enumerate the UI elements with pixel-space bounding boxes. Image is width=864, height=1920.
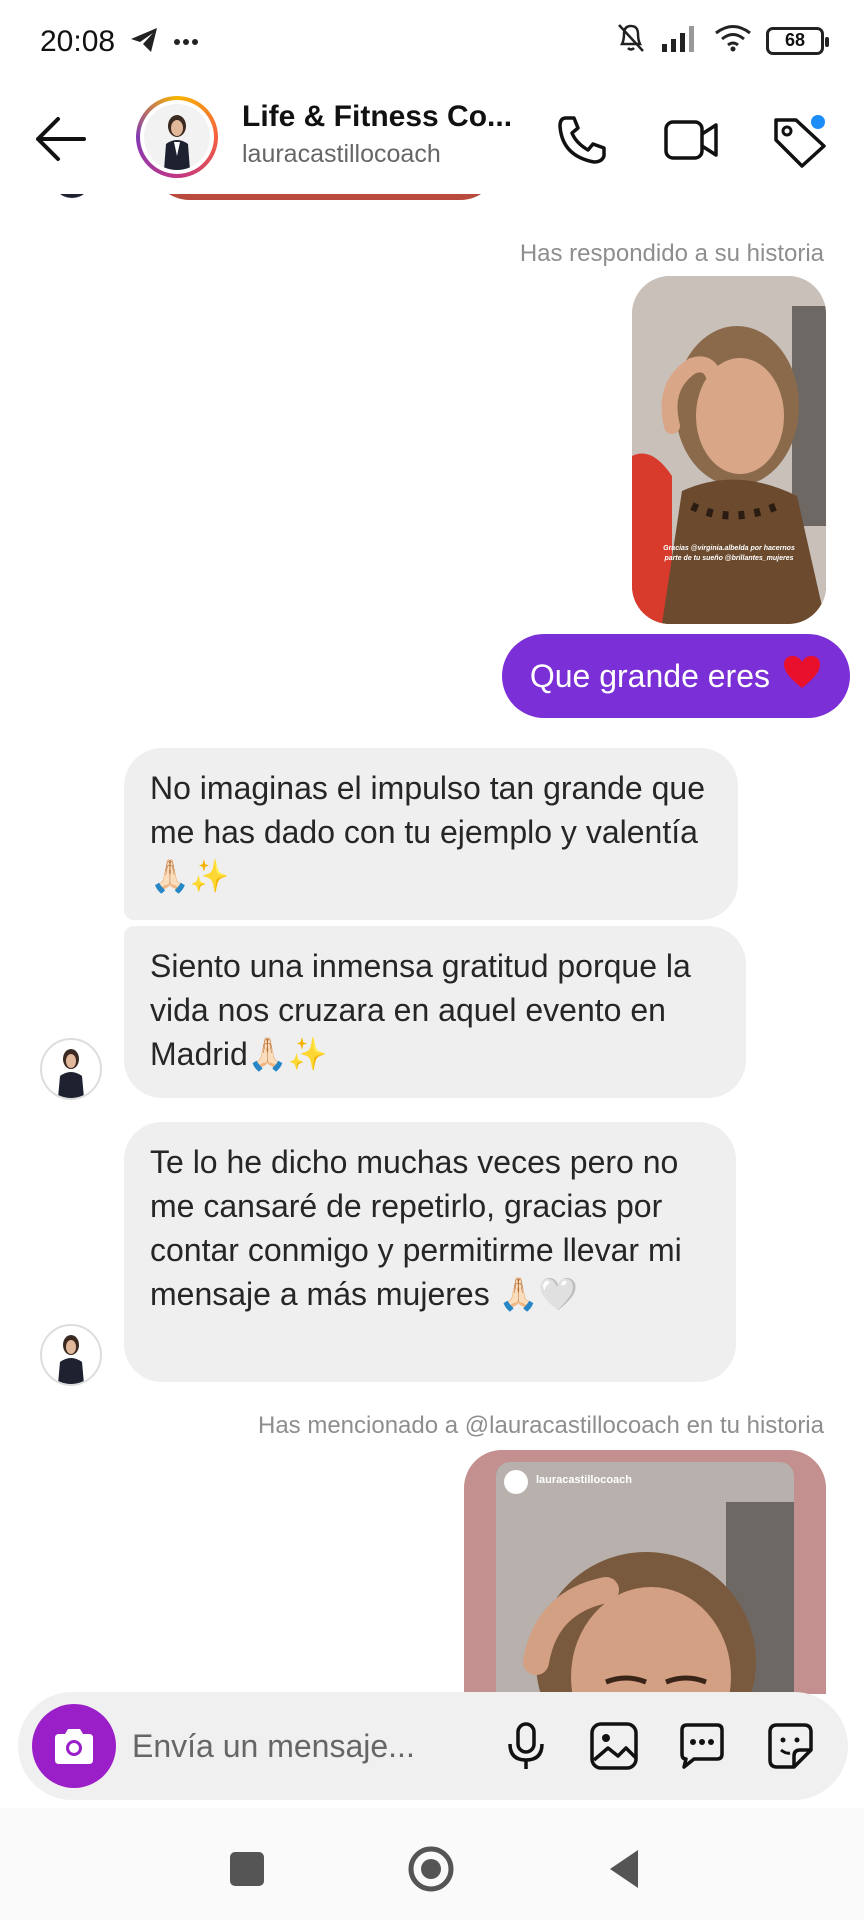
mention-story-card[interactable]: lauracastillocoach	[464, 1450, 826, 1694]
sender-avatar[interactable]	[40, 1038, 102, 1100]
mention-story-preview: lauracastillocoach	[496, 1462, 794, 1694]
mute-icon	[616, 22, 646, 59]
wifi-icon	[714, 24, 752, 57]
chat-title: Life & Fitness Co...	[242, 100, 513, 133]
back-button[interactable]	[32, 114, 88, 164]
telegram-icon	[129, 26, 159, 59]
mention-user-name: lauracastillocoach	[536, 1474, 632, 1486]
woman-photo-icon	[496, 1462, 794, 1694]
circle-icon	[408, 1846, 454, 1892]
square-icon	[230, 1852, 264, 1886]
back-nav-button[interactable]	[600, 1844, 650, 1894]
tag-icon	[774, 115, 826, 168]
video-call-button[interactable]	[662, 112, 718, 168]
sender-avatar[interactable]	[40, 1324, 102, 1386]
incoming-message[interactable]: No imaginas el impulso tan grande que me…	[124, 748, 738, 920]
message-input[interactable]	[132, 1720, 452, 1772]
person-photo-icon	[58, 1335, 84, 1384]
previous-avatar-remnant	[52, 194, 92, 198]
outgoing-message-text: Que grande eres	[529, 657, 770, 694]
gallery-button[interactable]	[588, 1720, 640, 1772]
outgoing-message[interactable]: Que grande eres	[501, 634, 850, 718]
call-button[interactable]	[554, 112, 610, 168]
triangle-back-icon	[610, 1850, 638, 1888]
chat-username: lauracastillocoach	[242, 140, 441, 168]
chat-bubble-icon	[680, 1723, 724, 1769]
back-arrow-icon	[36, 117, 86, 161]
video-icon	[664, 120, 718, 160]
message-composer	[18, 1692, 848, 1800]
woman-photo-icon	[632, 276, 826, 624]
gallery-icon	[590, 1722, 638, 1770]
mention-label: Has mencionado a @lauracastillocoach en …	[257, 1412, 824, 1439]
incoming-message[interactable]: Te lo he dicho muchas veces pero no me c…	[124, 1122, 736, 1382]
more-dots-icon	[173, 33, 199, 51]
profile-avatar[interactable]	[136, 96, 218, 178]
battery-icon: 68	[766, 26, 829, 55]
story-reply-label: Has respondido a su historia	[519, 240, 824, 267]
story-thumbnail[interactable]: Gracias @virginia.albelda por hacernos p…	[632, 276, 826, 624]
tag-button[interactable]	[770, 112, 826, 168]
phone-icon	[558, 116, 606, 164]
camera-icon	[55, 1729, 93, 1764]
incoming-message[interactable]: Siento una inmensa gratitud porque la vi…	[124, 926, 746, 1098]
camera-button[interactable]	[32, 1704, 116, 1788]
sticker-button[interactable]	[764, 1720, 816, 1772]
mention-user-avatar	[504, 1470, 528, 1494]
story-caption: Gracias @virginia.albelda por hacernos p…	[663, 545, 795, 562]
battery-level: 68	[784, 30, 806, 50]
home-button[interactable]	[406, 1844, 456, 1894]
system-nav-bar	[0, 1808, 864, 1920]
previous-message-remnant	[150, 194, 500, 200]
recents-button[interactable]	[222, 1844, 272, 1894]
status-bar: 20:08 68	[0, 0, 864, 84]
quick-reply-button[interactable]	[676, 1720, 728, 1772]
person-photo-icon	[164, 115, 190, 170]
heart-emoji	[782, 654, 822, 698]
voice-message-button[interactable]	[500, 1720, 552, 1772]
chat-header: Life & Fitness Co... lauracastillocoach	[0, 84, 864, 194]
status-time: 20:08	[40, 25, 116, 58]
header-titles[interactable]: Life & Fitness Co... lauracastillocoach	[242, 100, 522, 169]
sticker-icon	[768, 1723, 813, 1769]
message-list[interactable]: Has respondido a su historia Gracias @vi…	[0, 194, 864, 1694]
signal-icon	[660, 24, 700, 57]
person-photo-icon	[58, 1049, 84, 1098]
microphone-icon	[508, 1722, 544, 1769]
